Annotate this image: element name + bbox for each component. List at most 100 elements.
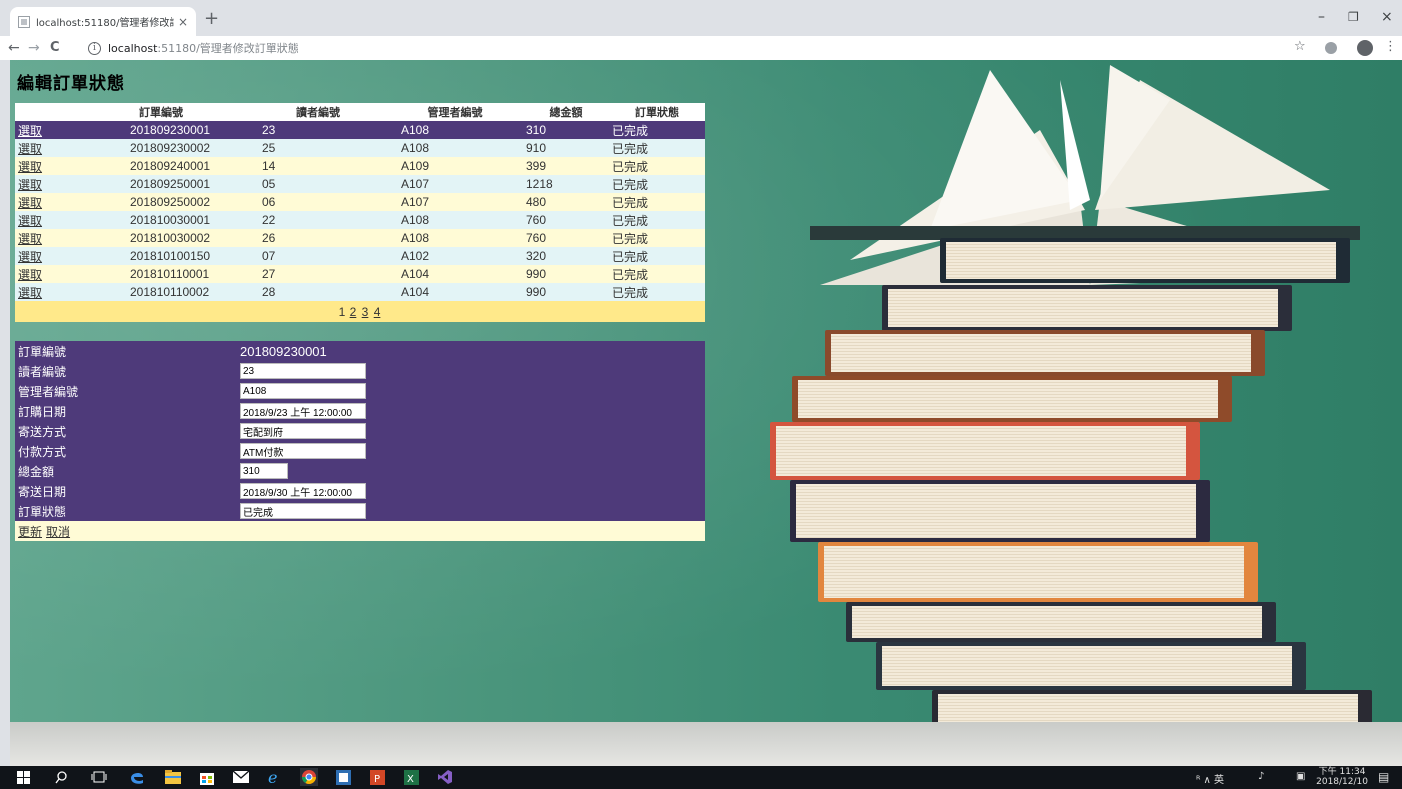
order-status-label: 訂單狀態 bbox=[15, 501, 237, 521]
file-explorer-icon[interactable] bbox=[164, 768, 182, 786]
reader-id-input[interactable] bbox=[240, 363, 366, 380]
book-spine-illustration bbox=[790, 480, 1210, 542]
cell-status: 已完成 bbox=[609, 139, 705, 157]
select-row-link[interactable]: 選取 bbox=[18, 214, 42, 228]
new-tab-button[interactable]: + bbox=[204, 9, 219, 29]
internet-explorer-icon[interactable]: e bbox=[266, 768, 284, 786]
cell-total: 480 bbox=[523, 193, 609, 211]
powerpoint-icon[interactable]: P bbox=[368, 768, 386, 786]
restore-icon[interactable]: ❐ bbox=[1348, 10, 1359, 24]
page-viewport: 編輯訂單狀態 訂單編號 讀者編號 管理者編號 總金額 訂單狀態 選取 20180… bbox=[10, 60, 1402, 766]
pager-current-page: 1 bbox=[338, 304, 346, 319]
select-row-link[interactable]: 選取 bbox=[18, 124, 42, 138]
table-row: 選取 201809230002 25 A108 910 已完成 bbox=[15, 139, 705, 157]
detail-row-shipping: 寄送方式 bbox=[15, 421, 705, 441]
mail-icon[interactable] bbox=[232, 768, 250, 786]
excel-icon[interactable]: X bbox=[402, 768, 420, 786]
profile-avatar-icon[interactable] bbox=[1357, 40, 1373, 56]
table-row: 選取 201809240001 14 A109 399 已完成 bbox=[15, 157, 705, 175]
grid-header-total: 總金額 bbox=[523, 103, 609, 121]
tab-close-icon[interactable]: × bbox=[178, 15, 188, 29]
grid-header-row: 訂單編號 讀者編號 管理者編號 總金額 訂單狀態 bbox=[15, 103, 705, 121]
browser-tab-strip: localhost:51180/管理者修改訂單 × + – ❐ × bbox=[0, 0, 1402, 36]
page-title: 編輯訂單狀態 bbox=[17, 74, 125, 94]
cell-total: 910 bbox=[523, 139, 609, 157]
book-spine-illustration bbox=[876, 642, 1306, 690]
select-row-link[interactable]: 選取 bbox=[18, 268, 42, 282]
total-amount-input[interactable] bbox=[240, 463, 288, 480]
payment-method-input[interactable] bbox=[240, 443, 366, 459]
system-tray[interactable]: ᴿ ∧ 英 bbox=[1196, 771, 1224, 786]
grid-pager: 1 2 3 4 bbox=[15, 301, 705, 322]
volume-icon[interactable]: ♪ bbox=[1258, 771, 1264, 782]
shipping-method-input[interactable] bbox=[240, 423, 366, 439]
pager-link-page-2[interactable]: 2 bbox=[350, 305, 357, 319]
ship-date-label: 寄送日期 bbox=[15, 481, 237, 501]
select-row-link[interactable]: 選取 bbox=[18, 250, 42, 264]
admin-id-input[interactable] bbox=[240, 383, 366, 400]
cell-reader-id: 05 bbox=[249, 175, 387, 193]
clock-date: 2018/12/10 bbox=[1316, 777, 1368, 787]
select-row-link[interactable]: 選取 bbox=[18, 232, 42, 246]
extension-icon[interactable] bbox=[1325, 42, 1337, 54]
select-row-link[interactable]: 選取 bbox=[18, 142, 42, 156]
pager-link-page-4[interactable]: 4 bbox=[374, 305, 381, 319]
minimize-icon[interactable]: – bbox=[1318, 9, 1325, 25]
order-date-input[interactable] bbox=[240, 403, 366, 419]
visual-studio-icon[interactable] bbox=[436, 768, 454, 786]
book-spine-illustration bbox=[792, 376, 1232, 422]
detail-actions: 更新 取消 bbox=[15, 521, 705, 541]
select-row-link[interactable]: 選取 bbox=[18, 286, 42, 300]
book-spine-illustration bbox=[882, 285, 1292, 331]
order-status-input[interactable] bbox=[240, 503, 366, 519]
notification-center-icon[interactable]: ▤ bbox=[1378, 770, 1389, 784]
app-icon[interactable] bbox=[334, 768, 352, 786]
cell-reader-id: 26 bbox=[249, 229, 387, 247]
pager-link-page-3[interactable]: 3 bbox=[362, 305, 369, 319]
select-row-link[interactable]: 選取 bbox=[18, 160, 42, 174]
detail-row-payment: 付款方式 bbox=[15, 441, 705, 461]
chrome-icon[interactable] bbox=[300, 768, 318, 786]
table-row: 選取 201809250002 06 A107 480 已完成 bbox=[15, 193, 705, 211]
select-row-link[interactable]: 選取 bbox=[18, 196, 42, 210]
site-info-icon[interactable]: i bbox=[88, 41, 101, 55]
cell-admin-id: A102 bbox=[387, 247, 523, 265]
select-row-link[interactable]: 選取 bbox=[18, 178, 42, 192]
cell-order-id: 201809230001 bbox=[73, 121, 249, 139]
forward-arrow-icon[interactable]: → bbox=[28, 39, 40, 57]
cell-total: 990 bbox=[523, 265, 609, 283]
windows-taskbar: e P X ᴿ ∧ 英 ♪ ▣ 下午 11:34 2018/12/10 ▤ bbox=[0, 766, 1402, 789]
cell-status: 已完成 bbox=[609, 247, 705, 265]
taskbar-clock[interactable]: 下午 11:34 2018/12/10 bbox=[1316, 767, 1368, 787]
browser-menu-icon[interactable]: ⋮ bbox=[1384, 39, 1397, 54]
cell-total: 310 bbox=[523, 121, 609, 139]
update-link[interactable]: 更新 bbox=[18, 525, 42, 539]
svg-text:e: e bbox=[268, 769, 277, 785]
keyboard-icon[interactable]: ▣ bbox=[1296, 771, 1305, 782]
bookmark-star-icon[interactable]: ☆ bbox=[1294, 39, 1306, 54]
store-icon[interactable] bbox=[198, 768, 216, 786]
cell-order-id: 201809250002 bbox=[73, 193, 249, 211]
table-row: 選取 201809250001 05 A107 1218 已完成 bbox=[15, 175, 705, 193]
cell-reader-id: 14 bbox=[249, 157, 387, 175]
window-close-icon[interactable]: × bbox=[1381, 9, 1393, 25]
cell-status: 已完成 bbox=[609, 211, 705, 229]
cancel-link[interactable]: 取消 bbox=[46, 525, 70, 539]
url-host: localhost bbox=[108, 42, 158, 55]
grid-header-status: 訂單狀態 bbox=[609, 103, 705, 121]
browser-tab[interactable]: localhost:51180/管理者修改訂單 × bbox=[10, 7, 196, 36]
windows-start-icon[interactable] bbox=[14, 768, 32, 786]
grid-header-select bbox=[15, 103, 73, 121]
address-bar[interactable]: i localhost:51180/管理者修改訂單狀態 bbox=[88, 38, 1278, 58]
ship-date-input[interactable] bbox=[240, 483, 366, 499]
address-url: localhost:51180/管理者修改訂單狀態 bbox=[108, 40, 299, 56]
search-icon[interactable] bbox=[52, 768, 70, 786]
edge-browser-icon[interactable] bbox=[128, 768, 146, 786]
cell-admin-id: A109 bbox=[387, 157, 523, 175]
task-view-icon[interactable] bbox=[90, 768, 108, 786]
cell-order-id: 201810110002 bbox=[73, 283, 249, 301]
cell-reader-id: 25 bbox=[249, 139, 387, 157]
back-arrow-icon[interactable]: ← bbox=[8, 39, 20, 57]
cell-status: 已完成 bbox=[609, 121, 705, 139]
reload-icon[interactable]: C bbox=[50, 39, 60, 57]
